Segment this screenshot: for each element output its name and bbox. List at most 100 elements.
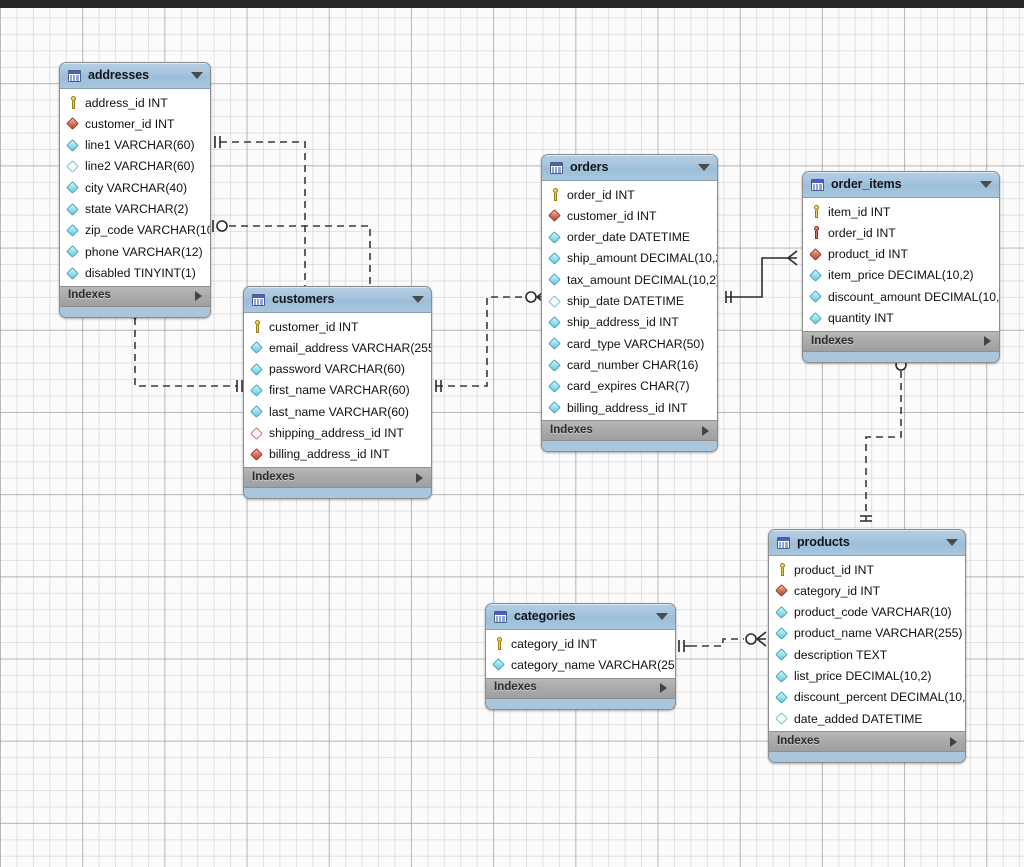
column-row[interactable]: first_name VARCHAR(60) xyxy=(244,380,431,401)
yellow-key-icon xyxy=(251,320,264,334)
table-header-order_items[interactable]: order_items xyxy=(803,172,999,198)
column-row[interactable]: product_id INT xyxy=(803,244,999,265)
column-row[interactable]: disabled TINYINT(1) xyxy=(60,262,210,283)
table-order_items[interactable]: order_items item_id INT order_id INT produc… xyxy=(802,171,1000,363)
column-row[interactable]: category_id INT xyxy=(769,580,965,601)
column-row[interactable]: password VARCHAR(60) xyxy=(244,359,431,380)
chevron-down-icon[interactable] xyxy=(656,613,668,620)
column-row[interactable]: card_type VARCHAR(50) xyxy=(542,333,717,354)
table-columns-categories: category_id INT category_name VARCHAR(255… xyxy=(486,630,675,678)
chevron-right-icon[interactable] xyxy=(950,736,957,747)
column-label: card_number CHAR(16) xyxy=(567,357,699,372)
column-row[interactable]: last_name VARCHAR(60) xyxy=(244,401,431,422)
chevron-down-icon[interactable] xyxy=(191,72,203,79)
column-row[interactable]: customer_id INT xyxy=(542,205,717,226)
column-row[interactable]: description TEXT xyxy=(769,644,965,665)
chevron-down-icon[interactable] xyxy=(980,181,992,188)
column-label: category_id INT xyxy=(511,636,598,651)
column-row[interactable]: card_number CHAR(16) xyxy=(542,354,717,375)
column-row[interactable]: discount_percent DECIMAL(10,2) xyxy=(769,687,965,708)
column-row[interactable]: customer_id INT xyxy=(60,113,210,134)
chevron-right-icon[interactable] xyxy=(416,472,423,483)
table-header-products[interactable]: products xyxy=(769,530,965,556)
column-row[interactable]: date_added DATETIME xyxy=(769,708,965,729)
table-columns-products: product_id INT category_id INT product_cod… xyxy=(769,556,965,732)
column-label: shipping_address_id INT xyxy=(269,426,404,441)
table-products[interactable]: products product_id INT category_id INT pro… xyxy=(768,529,966,764)
chevron-down-icon[interactable] xyxy=(412,296,424,303)
chevron-right-icon[interactable] xyxy=(660,683,667,694)
column-label: line2 VARCHAR(60) xyxy=(85,159,195,174)
indexes-bar-orders[interactable]: Indexes xyxy=(542,420,717,442)
table-orders[interactable]: orders order_id INT customer_id INT order_d… xyxy=(541,154,718,453)
column-row[interactable]: discount_amount DECIMAL(10,2) xyxy=(803,286,999,307)
column-row[interactable]: address_id INT xyxy=(60,92,210,113)
relationship-customers-to-addresses-line1 xyxy=(214,136,311,302)
indexes-bar-order_items[interactable]: Indexes xyxy=(803,330,999,352)
relationship-customers-to-orders xyxy=(435,289,547,392)
chevron-down-icon[interactable] xyxy=(698,164,710,171)
table-footer-products xyxy=(769,752,965,763)
indexes-bar-categories[interactable]: Indexes xyxy=(486,677,675,699)
column-row[interactable]: shipping_address_id INT xyxy=(244,422,431,443)
column-row[interactable]: ship_amount DECIMAL(10,2) xyxy=(542,248,717,269)
table-icon xyxy=(68,69,81,82)
column-row[interactable]: category_name VARCHAR(255) xyxy=(486,654,675,675)
table-header-customers[interactable]: customers xyxy=(244,287,431,313)
table-footer-categories xyxy=(486,698,675,709)
chevron-down-icon[interactable] xyxy=(946,539,958,546)
table-header-orders[interactable]: orders xyxy=(542,155,717,181)
column-row[interactable]: phone VARCHAR(12) xyxy=(60,241,210,262)
column-label: state VARCHAR(2) xyxy=(85,202,189,217)
column-row[interactable]: tax_amount DECIMAL(10,2) xyxy=(542,269,717,290)
column-row[interactable]: line1 VARCHAR(60) xyxy=(60,135,210,156)
column-row[interactable]: billing_address_id INT xyxy=(244,444,431,465)
table-addresses[interactable]: addresses address_id INT customer_id INT li… xyxy=(59,62,211,318)
blue-diamond-icon xyxy=(775,691,789,704)
column-row[interactable]: list_price DECIMAL(10,2) xyxy=(769,665,965,686)
table-header-categories[interactable]: categories xyxy=(486,604,675,630)
table-header-addresses[interactable]: addresses xyxy=(60,63,210,89)
diagram-canvas[interactable]: addresses address_id INT customer_id INT li… xyxy=(0,0,1024,867)
column-row[interactable]: quantity INT xyxy=(803,307,999,328)
column-row[interactable]: ship_address_id INT xyxy=(542,312,717,333)
red-diamond-icon xyxy=(66,117,80,131)
indexes-bar-products[interactable]: Indexes xyxy=(769,731,965,753)
blue-diamond-icon xyxy=(250,362,264,376)
column-label: customer_id INT xyxy=(269,319,359,334)
column-row[interactable]: email_address VARCHAR(255) xyxy=(244,337,431,358)
column-row[interactable]: order_date DATETIME xyxy=(542,227,717,248)
blue-diamond-icon xyxy=(250,341,264,355)
column-row[interactable]: line2 VARCHAR(60) xyxy=(60,156,210,177)
column-row[interactable]: order_id INT xyxy=(542,184,717,205)
table-icon xyxy=(550,161,563,174)
column-row[interactable]: item_price DECIMAL(10,2) xyxy=(803,265,999,286)
column-row[interactable]: zip_code VARCHAR(10) xyxy=(60,220,210,241)
column-label: billing_address_id INT xyxy=(269,447,390,462)
table-customers[interactable]: customers customer_id INT email_address VA… xyxy=(243,286,432,500)
column-row[interactable]: item_id INT xyxy=(803,201,999,222)
column-row[interactable]: product_id INT xyxy=(769,559,965,580)
blue-diamond-icon xyxy=(775,669,789,683)
column-row[interactable]: category_id INT xyxy=(486,633,675,654)
chevron-right-icon[interactable] xyxy=(984,336,991,347)
column-row[interactable]: state VARCHAR(2) xyxy=(60,198,210,219)
indexes-bar-customers[interactable]: Indexes xyxy=(244,467,431,489)
chevron-right-icon[interactable] xyxy=(195,291,202,302)
column-label: category_id INT xyxy=(794,583,881,598)
column-row[interactable]: order_id INT xyxy=(803,222,999,243)
indexes-bar-addresses[interactable]: Indexes xyxy=(60,285,210,307)
table-categories[interactable]: categories category_id INT category_name V… xyxy=(485,603,676,710)
indexes-label: Indexes xyxy=(252,470,295,483)
column-row[interactable]: billing_address_id INT xyxy=(542,397,717,418)
column-row[interactable]: customer_id INT xyxy=(244,316,431,337)
column-row[interactable]: ship_date DATETIME xyxy=(542,290,717,311)
column-row[interactable]: product_code VARCHAR(10) xyxy=(769,602,965,623)
column-row[interactable]: card_expires CHAR(7) xyxy=(542,376,717,397)
column-row[interactable]: city VARCHAR(40) xyxy=(60,177,210,198)
column-label: product_id INT xyxy=(794,562,874,577)
column-label: phone VARCHAR(12) xyxy=(85,244,203,259)
chevron-right-icon[interactable] xyxy=(702,425,709,436)
blue-diamond-icon xyxy=(809,269,823,282)
column-row[interactable]: product_name VARCHAR(255) xyxy=(769,623,965,644)
